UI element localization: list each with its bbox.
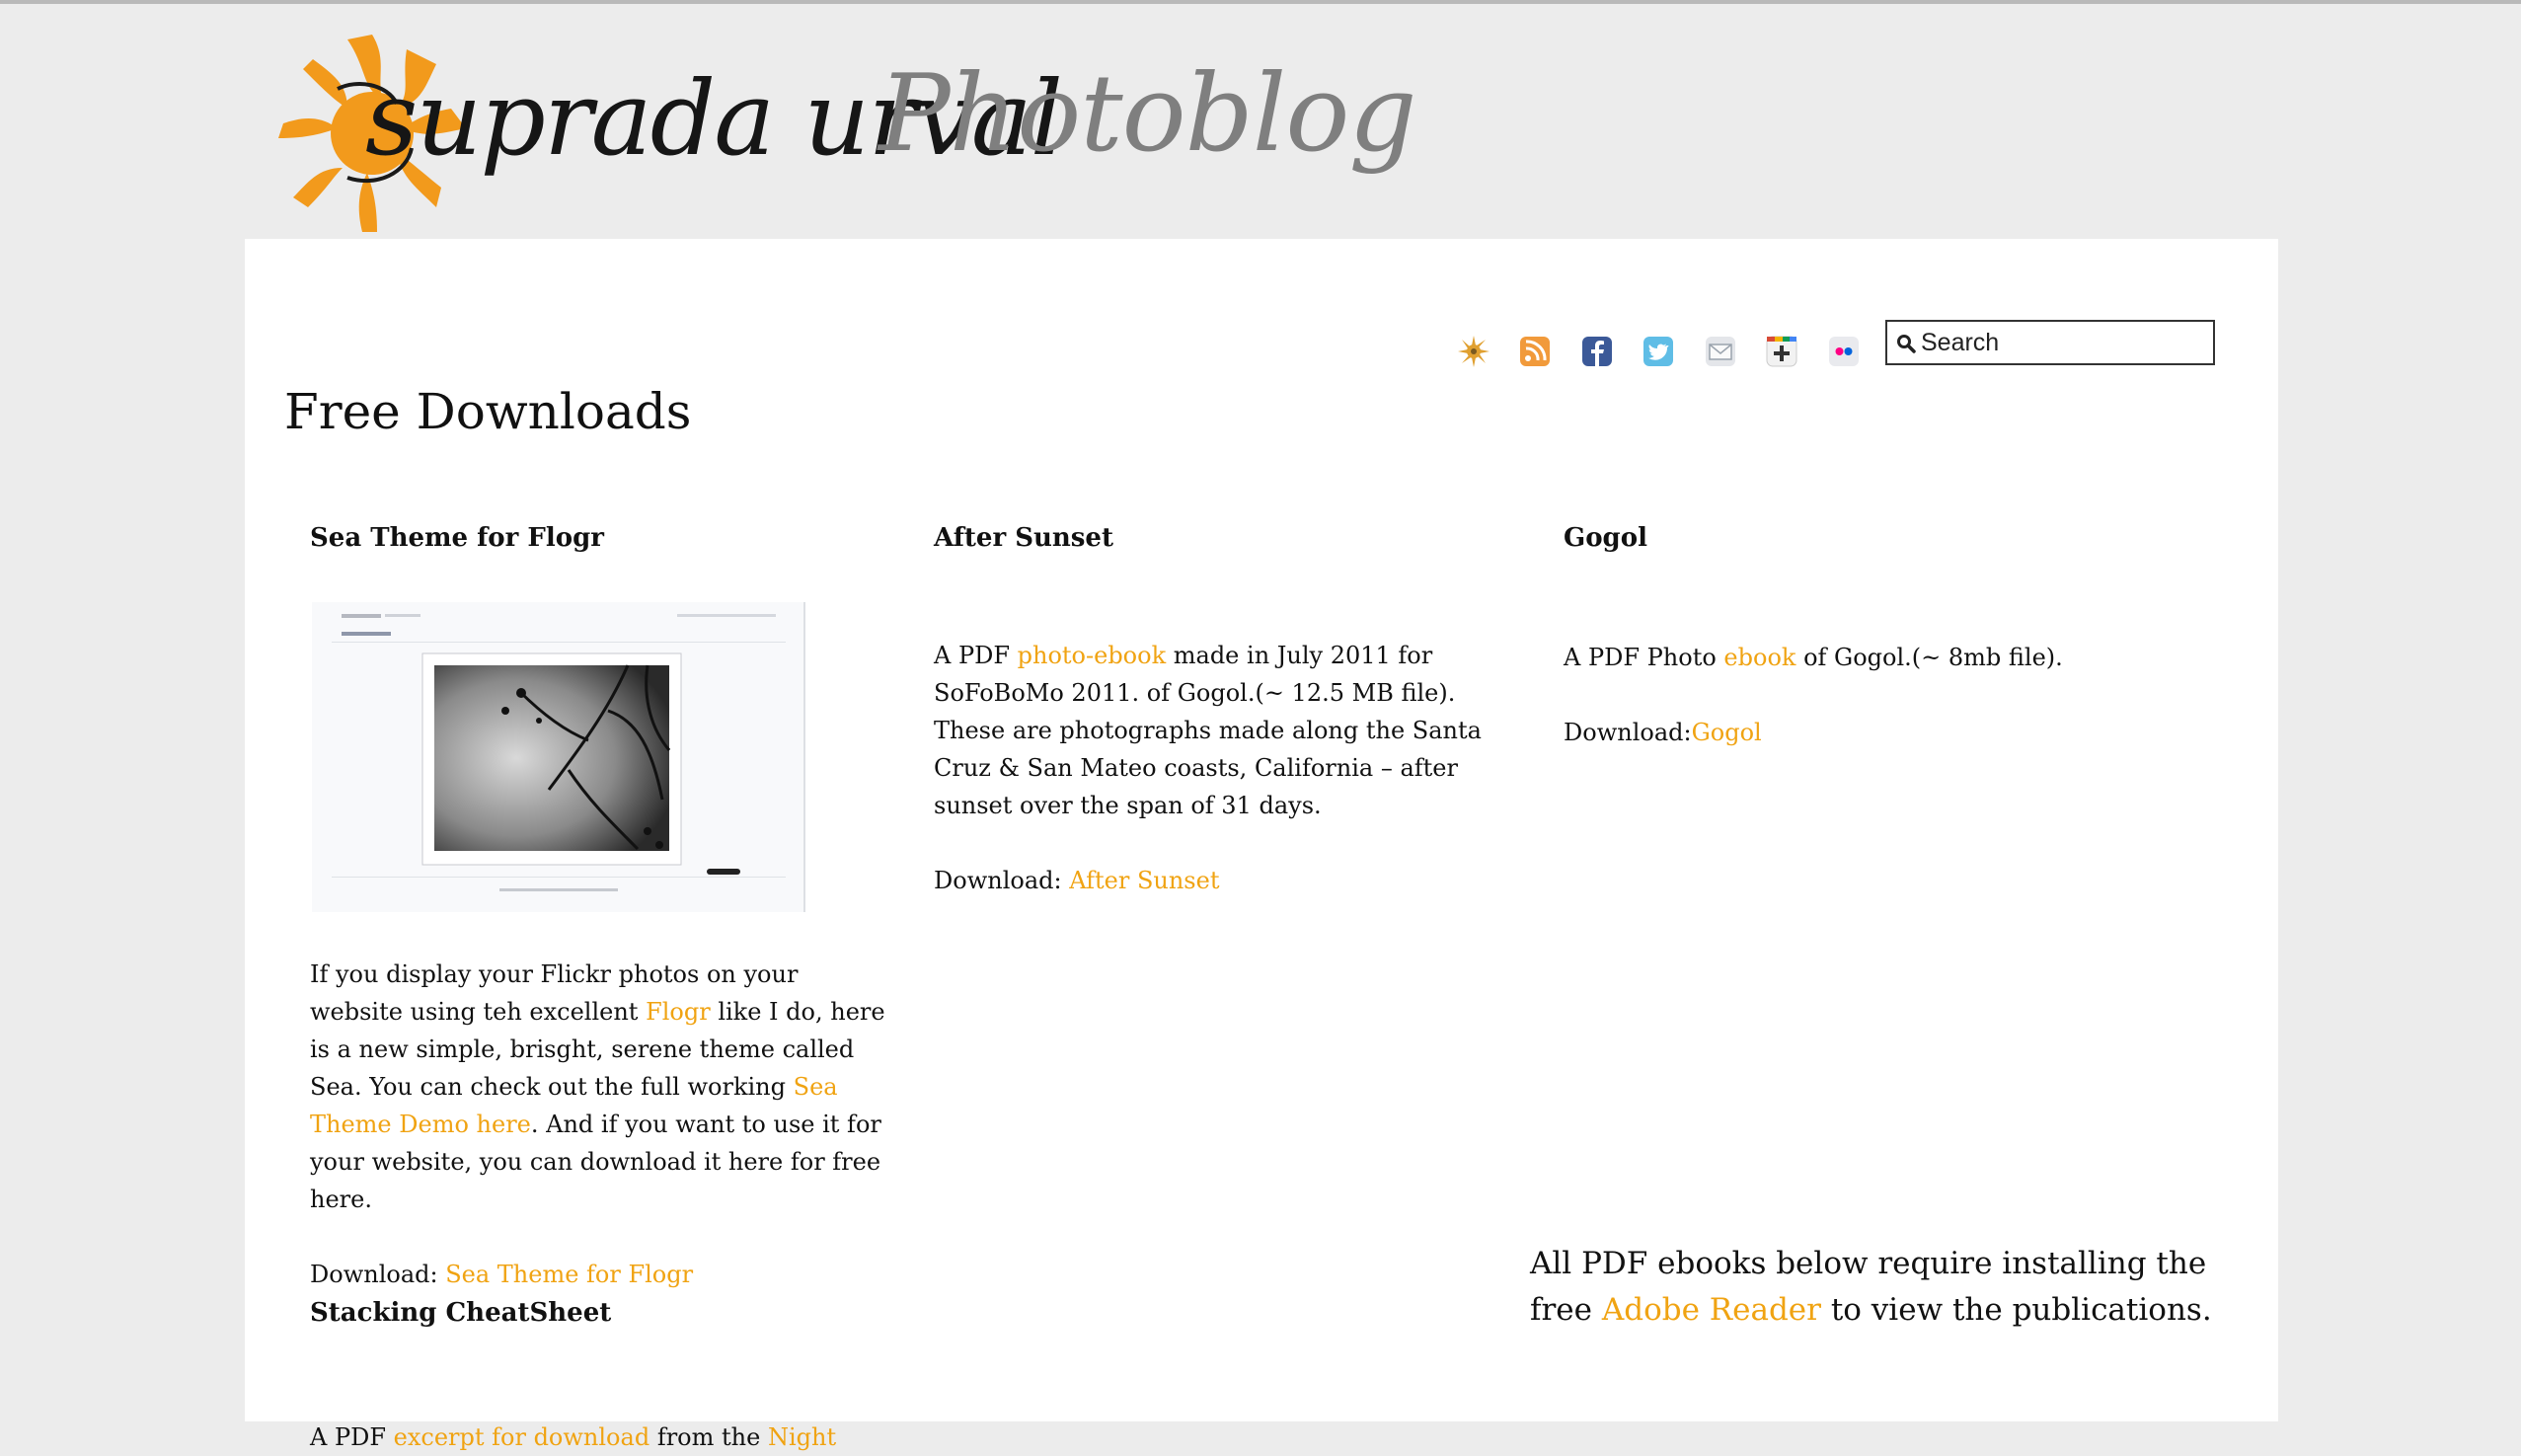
logo-photoblog: Photoblog	[879, 52, 1416, 176]
item-description: A PDF Photo ebook of Gogol.(~ 8mb file).	[1564, 644, 2063, 672]
photo-ebook-link[interactable]: photo-ebook	[1018, 642, 1166, 669]
download-item-after-sunset: After Sunset A PDF photo-ebook made in J…	[934, 523, 1516, 899]
item-download-line: Download: Sea Theme for Flogr	[310, 1261, 694, 1288]
download-gogol-link[interactable]: Gogol	[1692, 719, 1762, 746]
download-after-sunset-link[interactable]: After Sunset	[1069, 867, 1219, 894]
item-download-line: Download: After Sunset	[934, 867, 1220, 895]
rss-icon[interactable]	[1517, 334, 1553, 369]
excerpt-download-link[interactable]: excerpt for download	[394, 1423, 650, 1451]
content-panel: Free Downloads Sea Theme for Flogr	[245, 239, 2278, 1451]
item-heading: Gogol	[1564, 523, 1647, 553]
download-item-gogol: Gogol A PDF Photo ebook of Gogol.(~ 8mb …	[1564, 523, 2195, 751]
sun-badge-icon[interactable]	[1456, 334, 1491, 369]
night-link[interactable]: Night	[768, 1423, 836, 1451]
window-top-border	[0, 0, 2521, 4]
download-sea-theme-link[interactable]: Sea Theme for Flogr	[445, 1261, 693, 1288]
stacking-cheatsheet-description: A PDF excerpt for download from the Nigh…	[310, 1423, 837, 1452]
item-heading-stacking-cheatsheet: Stacking CheatSheet	[310, 1298, 612, 1328]
item-description: If you display your Flickr photos on you…	[310, 960, 885, 1213]
page-title: Free Downloads	[284, 383, 692, 440]
search-box[interactable]	[1885, 320, 2215, 365]
google-plus-icon[interactable]	[1764, 334, 1799, 369]
search-icon	[1897, 335, 1916, 353]
adobe-reader-link[interactable]: Adobe Reader	[1602, 1292, 1821, 1328]
item-download-line: Download:Gogol	[1564, 719, 1762, 747]
site-logo-link[interactable]: suprada urval Photoblog	[278, 30, 1416, 242]
item-heading: After Sunset	[934, 523, 1113, 553]
sea-theme-screenshot-image	[312, 602, 803, 912]
facebook-icon[interactable]	[1579, 334, 1615, 369]
search-input[interactable]	[1921, 327, 2207, 358]
flogr-link[interactable]: Flogr	[646, 998, 711, 1026]
item-description: A PDF photo-ebook made in July 2011 for …	[934, 642, 1482, 820]
sea-theme-description: If you display your Flickr photos on you…	[310, 956, 892, 1456]
item-heading: Sea Theme for Flogr	[310, 523, 604, 553]
gogol-ebook-link[interactable]: ebook	[1723, 644, 1795, 671]
email-icon[interactable]	[1703, 334, 1738, 369]
sea-theme-screenshot-thumbnail[interactable]	[312, 602, 805, 912]
flickr-icon[interactable]	[1826, 334, 1862, 369]
download-item-sea-theme: Sea Theme for Flogr	[310, 523, 902, 554]
twitter-icon[interactable]	[1641, 334, 1676, 369]
adobe-reader-note: All PDF ebooks below require installing …	[1530, 1246, 2212, 1328]
